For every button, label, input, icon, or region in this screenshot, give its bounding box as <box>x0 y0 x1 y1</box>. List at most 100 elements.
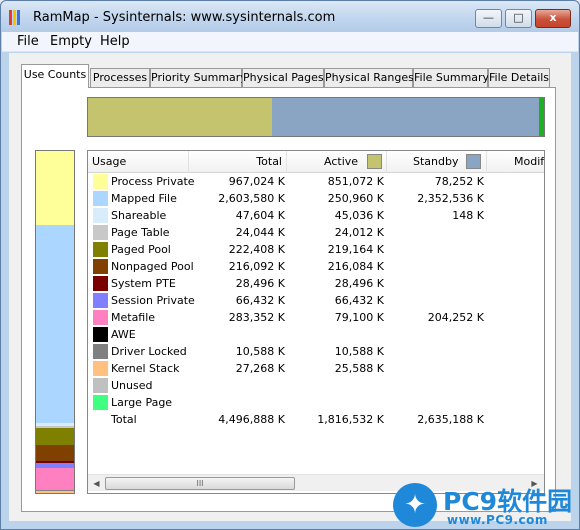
title-bar[interactable]: RamMap - Sysinternals: www.sysinternals.… <box>1 1 579 32</box>
standby-value: 78,252 K <box>434 175 484 188</box>
table-row[interactable]: Driver Locked 10,588 K 10,588 K <box>88 343 544 360</box>
window-title: RamMap - Sysinternals: www.sysinternals.… <box>33 10 336 25</box>
total-value: 47,604 K <box>235 209 285 222</box>
usage-label: Metafile <box>111 311 156 324</box>
tab-physical-pages[interactable]: Physical Pages <box>242 68 324 87</box>
minimize-button[interactable]: — <box>475 9 502 28</box>
usage-color-swatch <box>93 242 108 257</box>
rammap-app-icon <box>9 10 23 25</box>
summary-segment-standby <box>272 98 540 136</box>
usage-label: Large Page <box>111 396 173 409</box>
table-row[interactable]: Large Page <box>88 394 544 411</box>
total-value: 28,496 K <box>235 277 285 290</box>
usage-label: Mapped File <box>111 192 177 205</box>
header-active-cell[interactable]: Active <box>287 151 387 173</box>
total-value: 222,408 K <box>228 243 285 256</box>
maximize-button[interactable]: □ <box>505 9 532 28</box>
usage-color-swatch <box>93 344 108 359</box>
usage-segment-paged-pool <box>36 427 74 445</box>
total-value: 216,092 K <box>228 260 285 273</box>
usage-label: Unused <box>111 379 153 392</box>
menu-empty[interactable]: Empty <box>50 34 92 49</box>
standby-value: 2,352,536 K <box>417 192 484 205</box>
standby-color-swatch <box>466 154 481 169</box>
table-row[interactable]: Kernel Stack 27,268 K 25,588 K <box>88 360 544 377</box>
usage-label: Driver Locked <box>111 345 187 358</box>
table-row[interactable]: Shareable 47,604 K 45,036 K 148 K <box>88 207 544 224</box>
active-value: 24,012 K <box>334 226 384 239</box>
table-row[interactable]: Nonpaged Pool 216,092 K 216,084 K <box>88 258 544 275</box>
usage-label: Nonpaged Pool <box>111 260 194 273</box>
active-value: 851,072 K <box>327 175 384 188</box>
tab-processes[interactable]: Processes <box>90 68 150 87</box>
table-header: Usage Total Active Standby Modified <box>88 151 544 173</box>
tab-use-counts[interactable]: Use Counts <box>21 64 89 88</box>
active-color-swatch <box>367 154 382 169</box>
tab-file-summary[interactable]: File Summary <box>413 68 489 87</box>
active-value: 219,164 K <box>327 243 384 256</box>
active-value: 10,588 K <box>334 345 384 358</box>
table-row[interactable]: Paged Pool 222,408 K 219,164 K <box>88 241 544 258</box>
usage-label: Session Private <box>111 294 195 307</box>
usage-label: Total <box>111 413 137 426</box>
main-client-area: Use Counts Processes Priority Summary Ph… <box>9 53 571 521</box>
active-value: 1,816,532 K <box>317 413 384 426</box>
table-row[interactable]: Total4,496,888 K1,816,532 K2,635,188 K4 <box>88 411 544 428</box>
header-total[interactable]: Total <box>189 151 287 173</box>
active-value: 79,100 K <box>334 311 384 324</box>
usage-color-swatch <box>93 310 108 325</box>
usage-segment-kernel-stack <box>36 490 74 493</box>
table-row[interactable]: Unused <box>88 377 544 394</box>
thumb-grip-icon: III <box>196 479 204 488</box>
table-row[interactable]: Process Private 967,024 K 851,072 K 78,252 … <box>88 173 544 190</box>
scrollbar-thumb[interactable]: III <box>105 477 295 490</box>
header-modified: Modified <box>514 155 544 168</box>
active-value: 25,588 K <box>334 362 384 375</box>
usage-color-swatch <box>93 327 108 342</box>
menu-file[interactable]: File <box>17 34 39 49</box>
usage-segment-nonpaged-pool <box>36 444 74 462</box>
usage-label: Page Table <box>111 226 170 239</box>
menu-help[interactable]: Help <box>100 34 130 49</box>
usage-color-swatch <box>93 191 108 206</box>
rammap-window: RamMap - Sysinternals: www.sysinternals.… <box>0 0 580 530</box>
tab-priority-summary[interactable]: Priority Summary <box>150 68 247 87</box>
total-value: 283,352 K <box>228 311 285 324</box>
scroll-left-arrow-icon[interactable]: ◀ <box>89 476 104 491</box>
usage-label: System PTE <box>111 277 176 290</box>
total-value: 967,024 K <box>228 175 285 188</box>
total-value: 4,496,888 K <box>218 413 285 426</box>
header-usage[interactable]: Usage <box>88 151 189 173</box>
usage-label: Process Private <box>111 175 195 188</box>
close-button[interactable]: x <box>535 9 571 28</box>
table-row[interactable]: System PTE 28,496 K 28,496 K <box>88 275 544 292</box>
standby-value: 2,635,188 K <box>417 413 484 426</box>
standby-value: 204,252 K <box>427 311 484 324</box>
pc9-watermark: ✦ PC9软件园 www.PC9.com <box>393 482 573 528</box>
table-row[interactable]: Session Private 66,432 K 66,432 K <box>88 292 544 309</box>
total-value: 2,603,580 K <box>218 192 285 205</box>
table-row[interactable]: Metafile 283,352 K 79,100 K 204,252 K <box>88 309 544 326</box>
usage-color-swatch <box>93 395 108 410</box>
usage-color-swatch <box>93 259 108 274</box>
table-row[interactable]: AWE <box>88 326 544 343</box>
header-modified-cell[interactable]: Modified <box>487 151 544 173</box>
tab-file-details[interactable]: File Details <box>488 68 550 87</box>
table-body: Process Private 967,024 K 851,072 K 78,252 … <box>88 173 544 428</box>
header-standby-cell[interactable]: Standby <box>387 151 487 173</box>
table-row[interactable]: Mapped File 2,603,580 K 250,960 K 2,352,536… <box>88 190 544 207</box>
total-value: 27,268 K <box>235 362 285 375</box>
tab-physical-ranges[interactable]: Physical Ranges <box>324 68 414 87</box>
menu-bar: File Empty Help <box>2 32 578 52</box>
active-value: 66,432 K <box>334 294 384 307</box>
header-standby: Standby <box>413 155 459 168</box>
usage-breakdown-bar <box>35 150 75 494</box>
usage-color-swatch <box>93 361 108 376</box>
usage-color-swatch <box>93 208 108 223</box>
usage-color-swatch <box>93 378 108 393</box>
usage-label: Kernel Stack <box>111 362 180 375</box>
table-row[interactable]: Page Table 24,044 K 24,012 K <box>88 224 544 241</box>
usage-label: AWE <box>111 328 136 341</box>
summary-segment-active <box>88 98 273 136</box>
usage-label: Paged Pool <box>111 243 171 256</box>
